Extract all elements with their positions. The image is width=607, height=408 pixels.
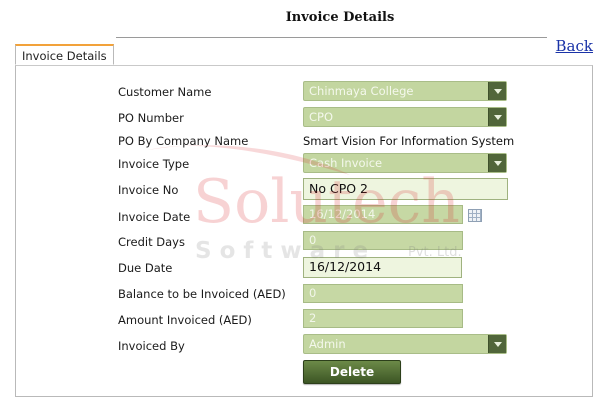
invoice-type-select[interactable]: Cash Invoice [303,153,507,173]
delete-button[interactable]: Delete [303,360,401,384]
page-title: Invoice Details [285,10,395,25]
amount-invoiced-label: Amount Invoiced (AED) [118,313,252,327]
balance-to-invoice-label: Balance to be Invoiced (AED) [118,287,286,301]
tab-invoice-details[interactable]: Invoice Details [15,44,114,65]
chevron-down-icon [488,335,506,353]
invoice-no-label: Invoice No [118,183,179,197]
chevron-down-icon [488,82,506,100]
invoice-type-label: Invoice Type [118,157,190,171]
po-by-company-value: Smart Vision For Information System [303,134,515,148]
invoice-type-value: Cash Invoice [309,156,383,170]
invoiced-by-value: Admin [309,337,346,351]
amount-invoiced-input[interactable]: 2 [303,309,463,328]
customer-name-label: Customer Name [118,85,212,99]
credit-days-input[interactable]: 0 [303,231,463,250]
balance-to-invoice-input[interactable]: 0 [303,284,463,303]
po-by-company-label: PO By Company Name [118,134,249,148]
invoice-date-label: Invoice Date [118,210,191,224]
invoice-date-input[interactable]: 16/12/2014 [303,205,463,224]
calendar-icon[interactable] [468,209,482,222]
po-number-select[interactable]: CPO [303,107,507,127]
customer-name-value: Chinmaya College [309,84,414,98]
po-number-value: CPO [309,110,334,124]
customer-name-select[interactable]: Chinmaya College [303,81,507,101]
title-divider [116,37,547,38]
po-number-label: PO Number [118,111,184,125]
due-date-input[interactable]: 16/12/2014 [303,257,462,278]
chevron-down-icon [488,154,506,172]
invoice-no-input[interactable]: No CPO 2 [303,178,508,200]
chevron-down-icon [488,108,506,126]
back-link[interactable]: Back [556,37,593,55]
credit-days-label: Credit Days [118,235,185,249]
invoiced-by-label: Invoiced By [118,339,185,353]
due-date-label: Due Date [118,261,173,275]
invoiced-by-select[interactable]: Admin [303,334,507,354]
